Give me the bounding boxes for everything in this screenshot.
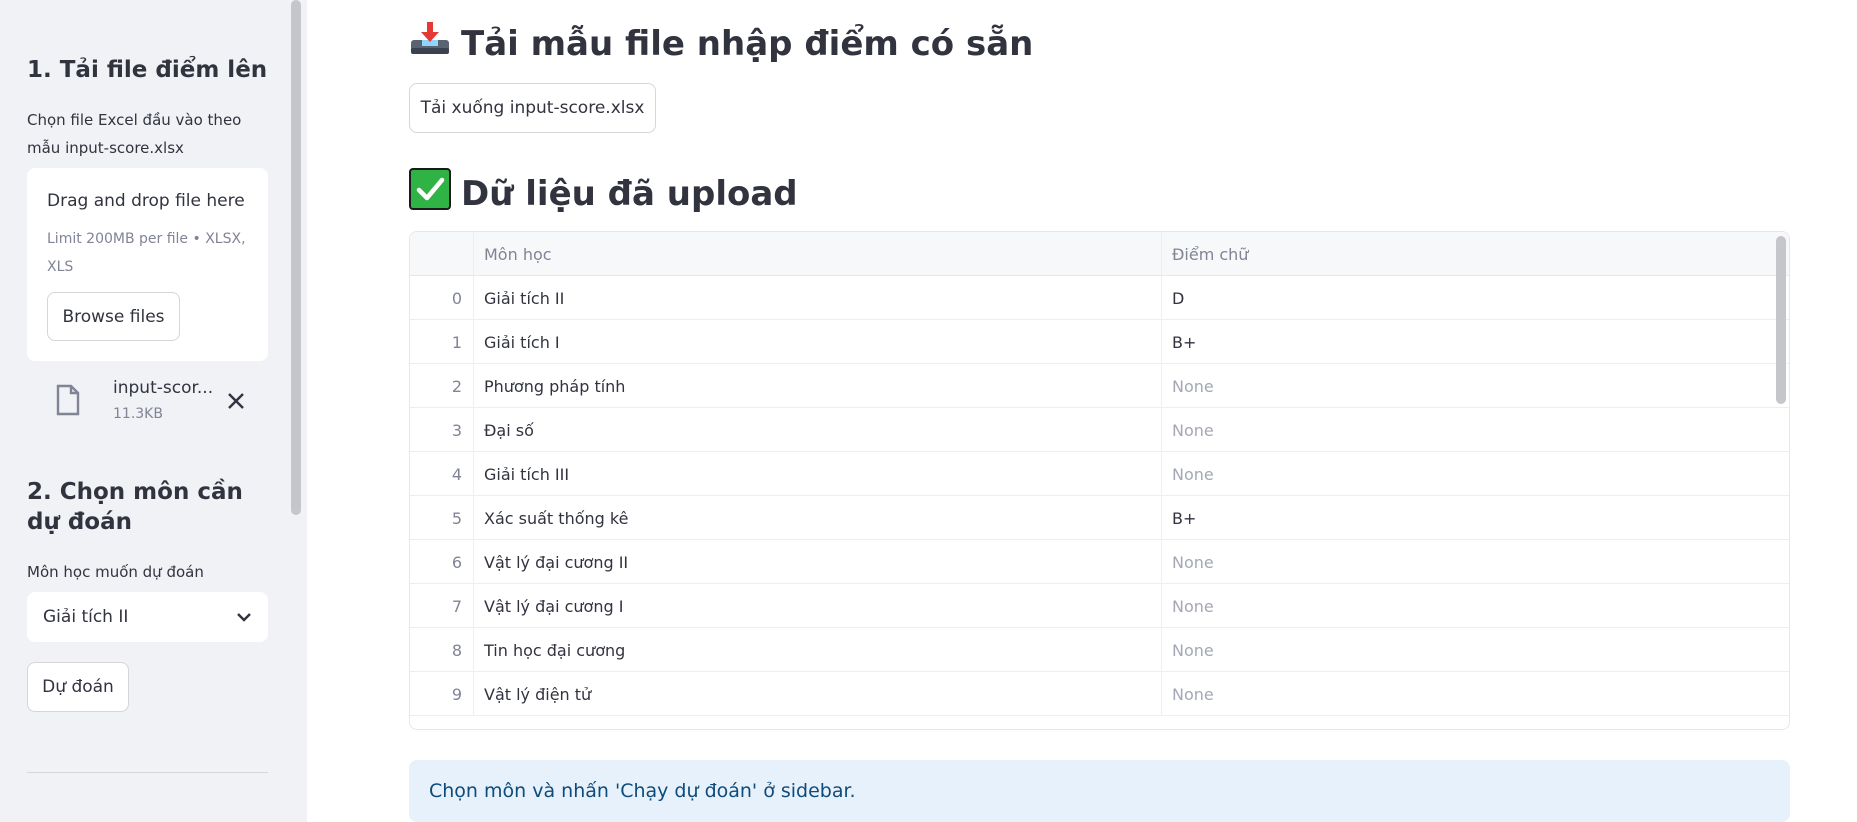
check-mark-icon xyxy=(409,168,451,219)
cell-grade[interactable]: None xyxy=(1172,672,1214,716)
section-upload-title: 1. Tải file điểm lên xyxy=(27,57,268,83)
dropzone-title: Drag and drop file here xyxy=(47,191,245,211)
select-label: Môn học muốn dự đoán xyxy=(27,563,204,581)
column-header-subject[interactable]: Môn học xyxy=(484,232,552,276)
upload-label: Chọn file Excel đầu vào theo mẫu input-s… xyxy=(27,111,242,157)
row-index: 3 xyxy=(451,420,462,440)
row-index: 7 xyxy=(451,596,462,616)
cell-subject[interactable]: Xác suất thống kê xyxy=(484,496,628,540)
data-heading: Dữ liệu đã upload xyxy=(409,168,798,219)
cell-subject[interactable]: Vật lý đại cương II xyxy=(484,540,628,584)
uploaded-file: input-scor... 11.3KB xyxy=(55,378,275,422)
row-index: 5 xyxy=(451,508,462,528)
table-row[interactable]: 7 Vật lý đại cương I None xyxy=(410,584,1789,628)
table-row[interactable]: 3 Đại số None xyxy=(410,408,1789,452)
subject-select-value: Giải tích II xyxy=(43,607,129,627)
data-heading-text: Dữ liệu đã upload xyxy=(461,173,798,214)
cell-grade[interactable]: B+ xyxy=(1172,320,1196,364)
chevron-down-icon xyxy=(236,607,252,627)
cell-subject[interactable]: Giải tích III xyxy=(484,452,569,496)
cell-grade[interactable]: None xyxy=(1172,628,1214,672)
table-row[interactable]: 6 Vật lý đại cương II None xyxy=(410,540,1789,584)
cell-grade[interactable]: None xyxy=(1172,584,1214,628)
row-index: 4 xyxy=(451,464,462,484)
info-message: Chọn môn và nhấn 'Chạy dự đoán' ở sideba… xyxy=(409,760,1790,822)
cell-subject[interactable]: Giải tích I xyxy=(484,320,560,364)
download-heading-text: Tải mẫu file nhập điểm có sẵn xyxy=(461,23,1034,64)
cell-grade[interactable]: None xyxy=(1172,364,1214,408)
dropzone-limit: Limit 200MB per file • XLSX, XLS xyxy=(47,231,246,275)
table-row[interactable]: 9 Vật lý điện tử None xyxy=(410,672,1789,716)
sidebar-divider xyxy=(27,772,268,773)
table-row[interactable]: 8 Tin học đại cương None xyxy=(410,628,1789,672)
download-heading: Tải mẫu file nhập điểm có sẵn xyxy=(409,20,1033,67)
row-index: 2 xyxy=(451,376,462,396)
cell-grade[interactable]: None xyxy=(1172,408,1214,452)
predict-button[interactable]: Dự đoán xyxy=(27,662,129,712)
cell-grade[interactable]: B+ xyxy=(1172,496,1196,540)
column-header-grade[interactable]: Điểm chữ xyxy=(1172,232,1248,276)
cell-subject[interactable]: Tin học đại cương xyxy=(484,628,625,672)
cell-subject[interactable]: Đại số xyxy=(484,408,534,452)
row-index: 0 xyxy=(451,288,462,308)
row-index: 8 xyxy=(451,640,462,660)
uploaded-file-name: input-scor... xyxy=(113,378,214,398)
table-row[interactable]: 4 Giải tích III None xyxy=(410,452,1789,496)
cell-grade[interactable]: D xyxy=(1172,276,1184,320)
close-icon[interactable] xyxy=(227,392,245,410)
main-content: Tải mẫu file nhập điểm có sẵn Tải xuống … xyxy=(307,0,1857,822)
cell-subject[interactable]: Vật lý điện tử xyxy=(484,672,591,716)
download-template-button[interactable]: Tải xuống input-score.xlsx xyxy=(409,83,656,133)
subject-select[interactable]: Giải tích II xyxy=(27,592,268,642)
table-header: Môn học Điểm chữ xyxy=(410,232,1789,276)
table-scrollbar[interactable] xyxy=(1776,236,1786,404)
cell-subject[interactable]: Phương pháp tính xyxy=(484,364,625,408)
row-index: 1 xyxy=(451,332,462,352)
browse-files-button[interactable]: Browse files xyxy=(47,292,180,341)
table-row[interactable]: 5 Xác suất thống kê B+ xyxy=(410,496,1789,540)
file-icon xyxy=(55,384,81,416)
row-index: 6 xyxy=(451,552,462,572)
sidebar-scrollbar[interactable] xyxy=(291,0,301,515)
inbox-tray-icon xyxy=(409,20,451,67)
uploaded-file-size: 11.3KB xyxy=(113,406,163,422)
section-predict-title: 2. Chọn môn cần dự đoán xyxy=(27,479,243,535)
sidebar: 1. Tải file điểm lên Chọn file Excel đầu… xyxy=(0,0,307,822)
table-row[interactable]: 1 Giải tích I B+ xyxy=(410,320,1789,364)
cell-grade[interactable]: None xyxy=(1172,540,1214,584)
file-dropzone[interactable]: Drag and drop file here Limit 200MB per … xyxy=(27,168,268,361)
row-index: 9 xyxy=(451,684,462,704)
cell-subject[interactable]: Vật lý đại cương I xyxy=(484,584,623,628)
cell-grade[interactable]: None xyxy=(1172,452,1214,496)
data-table[interactable]: Môn học Điểm chữ 0 Giải tích II D 1 Giải tíc… xyxy=(409,231,1790,730)
cell-subject[interactable]: Giải tích II xyxy=(484,276,564,320)
table-row[interactable]: 0 Giải tích II D xyxy=(410,276,1789,320)
table-row[interactable]: 2 Phương pháp tính None xyxy=(410,364,1789,408)
